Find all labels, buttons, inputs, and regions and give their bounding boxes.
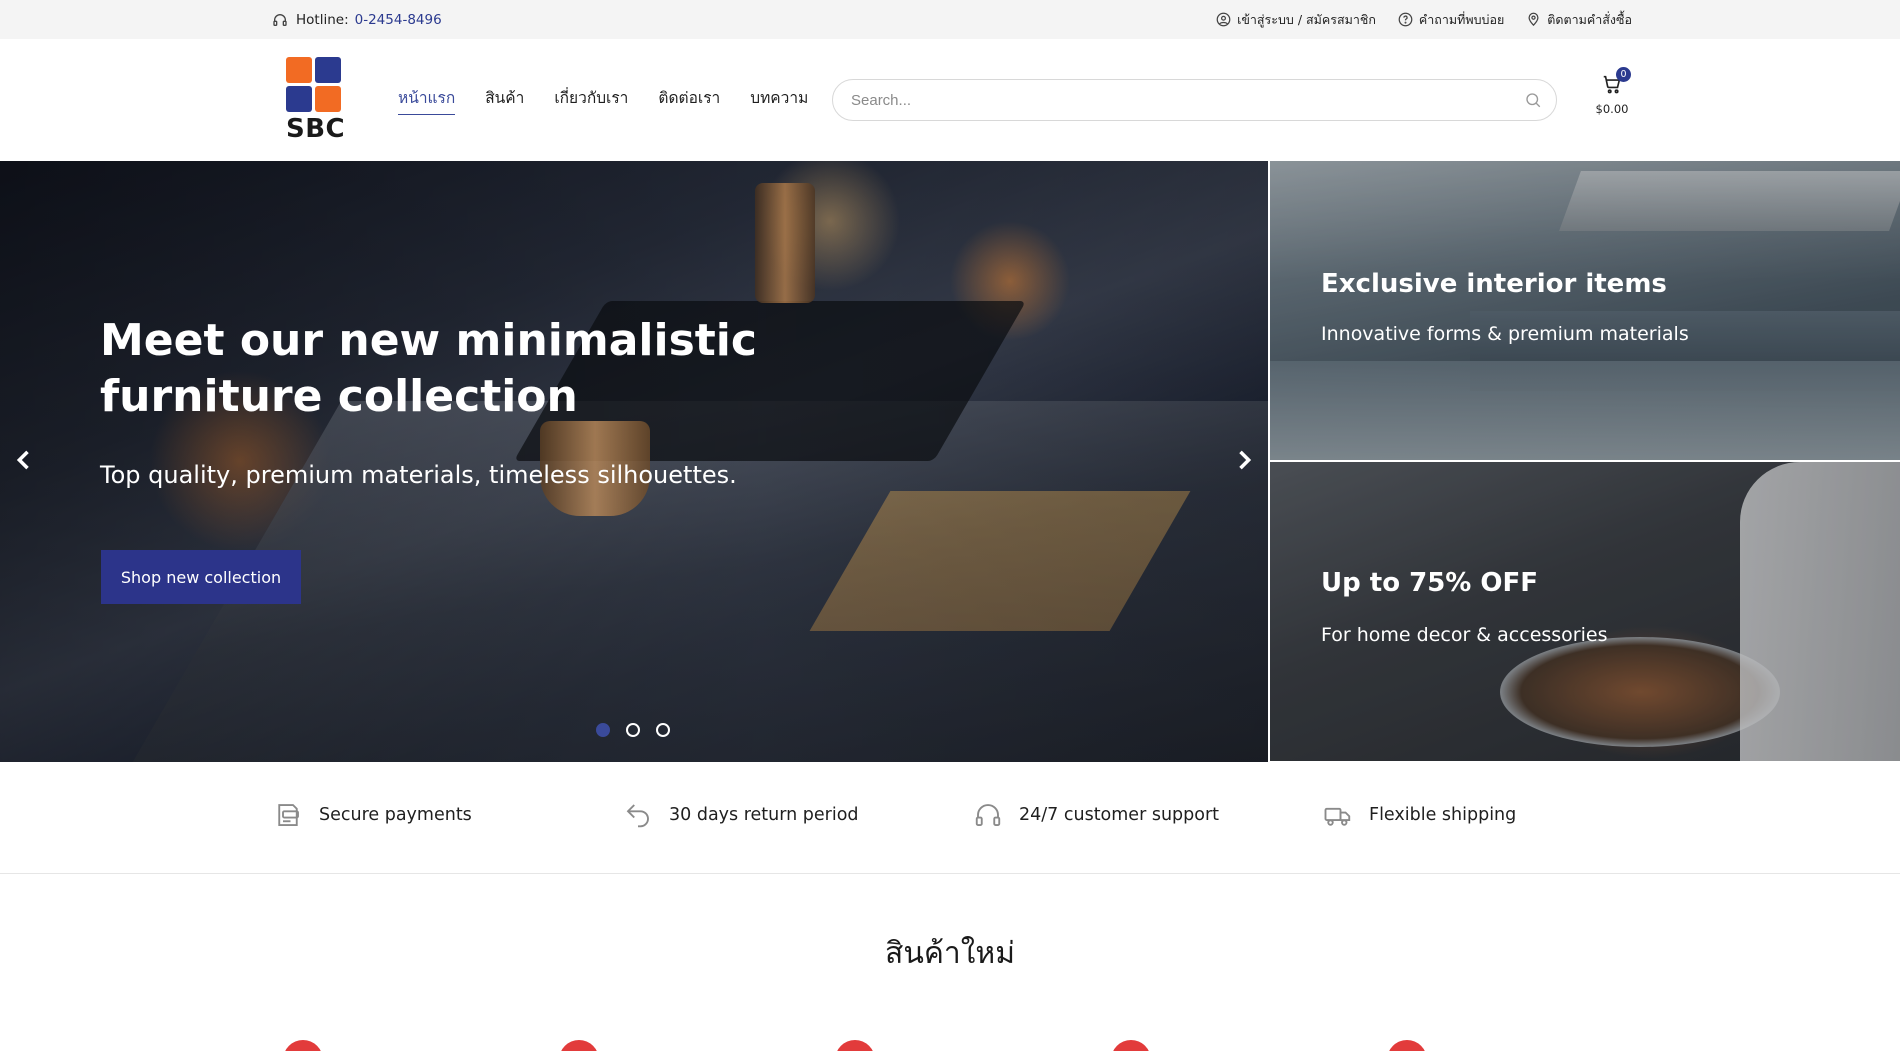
feature-return-period: 30 days return period <box>623 800 859 830</box>
hero-subtitle: Top quality, premium materials, timeless… <box>100 461 737 489</box>
feature-flexible-shipping: Flexible shipping <box>1323 800 1516 830</box>
chevron-left-icon[interactable] <box>10 446 38 474</box>
promo-banner-discount[interactable]: Up to 75% OFF For home decor & accessori… <box>1270 462 1900 761</box>
feature-label: 30 days return period <box>669 805 859 825</box>
promo-banner-interior[interactable]: Exclusive interior items Innovative form… <box>1270 161 1900 460</box>
hotline: Hotline: 0-2454-8496 <box>272 0 442 39</box>
faq-label: คำถามที่พบบ่อย <box>1418 11 1505 27</box>
top-bar: Hotline: 0-2454-8496 เข้าสู่ระบบ / สมัคร… <box>0 0 1900 39</box>
logo[interactable]: SBC <box>286 57 346 144</box>
banner-overlay <box>1270 161 1900 460</box>
return-arrow-icon <box>626 804 649 828</box>
hero-slider: Meet our new minimalistic furniture coll… <box>0 161 1268 762</box>
cart-total: $0.00 <box>1595 102 1629 116</box>
feature-secure-payments: Secure payments <box>273 800 472 830</box>
search-input[interactable] <box>851 80 1501 120</box>
chevron-right-icon[interactable] <box>1230 446 1258 474</box>
new-products-title: สินค้าใหม่ <box>885 936 1015 971</box>
logo-tile <box>286 57 312 83</box>
nav-item-home[interactable]: หน้าแรก <box>398 85 456 115</box>
cart-count-badge: 0 <box>1616 67 1631 82</box>
feature-label: 24/7 customer support <box>1019 805 1220 825</box>
banner-subtitle: Innovative forms & premium materials <box>1321 323 1689 345</box>
logo-tile <box>286 86 312 112</box>
location-pin-icon <box>1528 12 1539 26</box>
slider-dot-3[interactable] <box>656 723 670 737</box>
hotline-label: Hotline: <box>296 11 349 28</box>
logo-text: SBC <box>286 114 346 144</box>
search-box <box>832 79 1557 121</box>
credit-card-icon <box>278 804 299 826</box>
logo-tile <box>315 57 341 83</box>
question-circle-icon <box>1398 12 1413 27</box>
banner-overlay <box>1270 462 1900 761</box>
sale-badge <box>835 1040 875 1051</box>
login-register-link[interactable]: เข้าสู่ระบบ / สมัครสมาชิก <box>1216 10 1376 30</box>
sale-badge <box>1111 1040 1151 1051</box>
logo-tile <box>315 86 341 112</box>
feature-customer-support: 24/7 customer support <box>973 800 1219 830</box>
track-order-label: ติดตามคำสั่งซื้อ <box>1547 11 1632 27</box>
feature-label: Flexible shipping <box>1369 805 1517 825</box>
sale-badge <box>283 1040 323 1051</box>
search-icon[interactable] <box>1524 91 1542 109</box>
nav-item-articles[interactable]: บทความ <box>750 85 808 115</box>
sale-badge <box>559 1040 599 1051</box>
feature-label: Secure payments <box>319 805 472 825</box>
track-order-link[interactable]: ติดตามคำสั่งซื้อ <box>1526 10 1632 30</box>
headset-icon <box>273 13 287 26</box>
banner-title: Up to 75% OFF <box>1321 568 1539 598</box>
nav-item-products[interactable]: สินค้า <box>485 85 524 115</box>
cart[interactable]: 0 $0.00 <box>1592 67 1632 116</box>
login-register-label: เข้าสู่ระบบ / สมัครสมาชิก <box>1237 11 1376 27</box>
nav-item-about[interactable]: เกี่ยวกับเรา <box>554 85 628 115</box>
headset-icon <box>975 804 1001 826</box>
banner-title: Exclusive interior items <box>1321 269 1667 299</box>
slider-dot-2[interactable] <box>626 723 640 737</box>
shop-new-collection-button[interactable]: Shop new collection <box>101 550 301 604</box>
sale-badge <box>1387 1040 1427 1051</box>
top-links: เข้าสู่ระบบ / สมัครสมาชิก คำถามที่พบบ่อย… <box>1216 0 1632 39</box>
hotline-number[interactable]: 0-2454-8496 <box>355 12 442 28</box>
logo-mark <box>286 57 344 112</box>
truck-icon <box>1324 807 1351 826</box>
user-circle-icon <box>1216 12 1231 27</box>
slider-dot-1[interactable] <box>596 723 610 737</box>
slider-dots <box>596 723 670 737</box>
nav-item-contact[interactable]: ติดต่อเรา <box>658 85 720 115</box>
faq-link[interactable]: คำถามที่พบบ่อย <box>1398 10 1504 30</box>
main-nav: หน้าแรก สินค้า เกี่ยวกับเรา ติดต่อเรา บท… <box>398 39 808 161</box>
header: SBC หน้าแรก สินค้า เกี่ยวกับเรา ติดต่อเร… <box>0 39 1900 161</box>
hero-title: Meet our new minimalistic furniture coll… <box>100 315 757 422</box>
banner-subtitle: For home decor & accessories <box>1321 624 1608 646</box>
features-strip: Secure payments 30 days return period 24… <box>0 762 1900 874</box>
